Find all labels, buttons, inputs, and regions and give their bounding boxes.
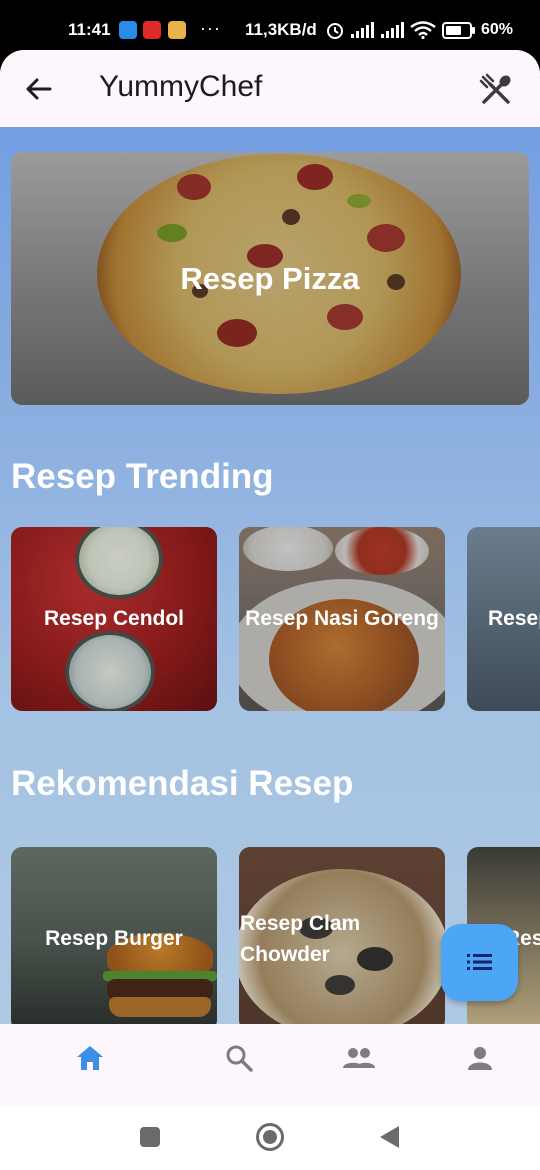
group-icon [343, 1048, 375, 1068]
person-icon [468, 1047, 492, 1070]
home-button[interactable] [256, 1123, 284, 1151]
home-icon [77, 1046, 103, 1070]
recommendation-card-burger[interactable]: Resep Burger [11, 847, 217, 1031]
app-bar: YummyChef [0, 50, 540, 127]
battery-percent: 60% [481, 21, 514, 38]
card-label: Resep [488, 607, 540, 630]
nav-profile[interactable] [450, 1038, 510, 1078]
system-navigation-bar [0, 1105, 540, 1170]
recommendation-card-clam-chowder[interactable]: Resep Clam Chowder [239, 847, 445, 1031]
trending-card-cendol[interactable]: Resep Cendol [11, 527, 217, 711]
shield-app-icon [143, 21, 161, 39]
app-title: YummyChef [99, 70, 263, 103]
status-bar: 11:41 ··· 11,3KB/d 60% [0, 0, 540, 54]
card-label: Resep Cendol [43, 607, 185, 630]
recents-button[interactable] [140, 1127, 160, 1147]
back-button[interactable] [380, 1126, 399, 1148]
card-label: Resep Clam Chowder [240, 912, 361, 966]
trending-title: Resep Trending [11, 457, 274, 496]
card-label: Resep Burger [45, 927, 183, 950]
game-app-icon [168, 21, 186, 39]
list-fab-button[interactable] [441, 924, 518, 1001]
infinity-app-icon [119, 21, 137, 39]
card-label: Resep Nasi Goreng [245, 607, 439, 630]
more-notifications-icon: ··· [200, 18, 221, 38]
status-time: 11:41 [68, 20, 111, 39]
search-icon [226, 1045, 253, 1072]
utensils-icon[interactable] [478, 72, 514, 108]
signal-2-icon [381, 22, 404, 38]
wifi-icon [410, 21, 436, 39]
signal-1-icon [351, 22, 374, 38]
nav-community[interactable] [329, 1038, 389, 1078]
trending-card-nasi-goreng[interactable]: Resep Nasi Goreng [239, 527, 445, 711]
battery-icon [442, 22, 475, 39]
recommendations-title: Rekomendasi Resep [11, 764, 354, 803]
bottom-navigation [0, 1024, 540, 1105]
network-speed: 11,3KB/d [245, 20, 317, 39]
app-screen: YummyChef Resep Pizza Resep Trending Res… [0, 50, 540, 1105]
nav-home[interactable] [60, 1038, 120, 1078]
hero-label: Resep Pizza [180, 260, 360, 296]
list-icon [467, 954, 492, 970]
arrow-left-icon[interactable] [22, 72, 56, 106]
hero-recipe-card[interactable]: Resep Pizza [11, 152, 529, 405]
trending-card-partial[interactable]: Resep [467, 527, 540, 711]
nav-search[interactable] [209, 1038, 269, 1078]
alarm-icon [327, 23, 343, 39]
